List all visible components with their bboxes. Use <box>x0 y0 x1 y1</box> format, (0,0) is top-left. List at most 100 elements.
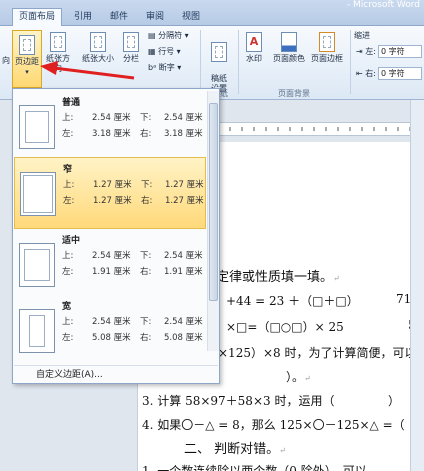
indent-right-text: 右: <box>365 69 376 78</box>
watermark-label: 水印 <box>246 54 262 63</box>
vertical-scrollbar[interactable] <box>410 100 424 471</box>
watermark-button[interactable]: A 水印 <box>242 32 266 64</box>
page-border-button[interactable]: 页面边框 <box>308 32 346 64</box>
doc-line: 3. 计算 58×97＋58×3 时，运用（ <box>142 394 335 408</box>
watermark-icon: A <box>246 32 262 52</box>
indent-left-input[interactable]: 0 字符 <box>378 45 422 58</box>
option-name: 宽 <box>62 302 72 312</box>
margins-dropdown: 普通 上: 2.54 厘米 下: 2.54 厘米 左: 3.18 厘米 右: 3… <box>12 88 220 384</box>
value-right: 3.18 厘米 <box>164 129 203 139</box>
line-numbers-label: 行号 <box>158 47 175 56</box>
ribbon-tab-bar: 页面布局 引用 邮件 审阅 视图 - Microsoft Word <box>0 0 424 27</box>
label-right: 右: <box>140 267 152 277</box>
group-separator <box>238 30 239 94</box>
value-top: 1.27 厘米 <box>93 180 132 190</box>
page-color-button[interactable]: 页面颜色 <box>270 32 308 64</box>
page-preview-icon <box>19 105 55 149</box>
doc-line: ）。↵ <box>286 370 311 384</box>
label-bottom: 下: <box>141 180 153 190</box>
doc-line: 1. 一个数连续除以两个数（0 除外），可以 <box>142 464 367 471</box>
text-direction-label: 向 <box>2 56 10 65</box>
value-bottom: 2.54 厘米 <box>164 317 203 327</box>
margin-option-normal[interactable]: 普通 上: 2.54 厘米 下: 2.54 厘米 左: 3.18 厘米 右: 3… <box>14 91 206 163</box>
breaks-button[interactable]: ▤ 分隔符 ▾ <box>148 30 189 41</box>
value-top: 2.54 厘米 <box>92 251 131 261</box>
page-border-icon <box>319 32 335 52</box>
indent-right-input[interactable]: 0 字符 <box>378 67 422 80</box>
paper-group-label: 纸 <box>220 89 228 98</box>
label-top: 上: <box>62 113 74 123</box>
draft-settings-button[interactable]: 稿纸 设置 <box>205 32 233 94</box>
doc-line: ×125）×8 时，为了计算简便，可以 <box>218 346 417 360</box>
label-left: 左: <box>63 196 75 206</box>
value-left: 1.91 厘米 <box>92 267 131 277</box>
dropdown-scroll-thumb[interactable] <box>209 103 218 301</box>
doc-line: ×□=（□○□）× 25 <box>226 320 344 334</box>
label-right: 右: <box>141 196 153 206</box>
indent-left-label: ⇥ 左: <box>356 47 376 56</box>
option-name: 普通 <box>62 98 81 108</box>
page-preview-icon <box>19 243 55 287</box>
label-top: 上: <box>63 180 75 190</box>
orientation-icon <box>50 32 66 52</box>
margin-option-wide[interactable]: 宽 上: 2.54 厘米 下: 2.54 厘米 左: 5.08 厘米 右: 5.… <box>14 295 206 367</box>
doc-section-heading: 二、 判断对错。↵ <box>184 442 286 457</box>
group-separator <box>200 30 201 94</box>
tab-view[interactable]: 视图 <box>176 9 206 26</box>
value-bottom: 2.54 厘米 <box>164 113 203 123</box>
hyphenation-label: 断字 <box>158 63 175 72</box>
line-numbers-button[interactable]: ▦ 行号 ▾ <box>148 46 181 57</box>
indent-right-label: ⇤ 右: <box>356 69 376 78</box>
indent-group-label: 缩进 <box>354 31 370 40</box>
breaks-label: 分隔符 <box>158 31 183 40</box>
option-name: 适中 <box>62 236 81 246</box>
tab-page-layout[interactable]: 页面布局 <box>12 8 62 27</box>
paper-size-icon <box>90 32 106 52</box>
label-right: 右: <box>140 333 152 343</box>
horizontal-ruler[interactable] <box>220 122 424 136</box>
value-top: 2.54 厘米 <box>92 317 131 327</box>
label-top: 上: <box>62 317 74 327</box>
page-preview-icon <box>19 309 55 353</box>
dropdown-scrollbar[interactable] <box>207 91 219 351</box>
margin-option-narrow[interactable]: 窄 上: 1.27 厘米 下: 1.27 厘米 左: 1.27 厘米 右: 1.… <box>14 157 206 229</box>
value-right: 5.08 厘米 <box>164 333 203 343</box>
indent-left-text: 左: <box>365 47 376 56</box>
page-color-label: 页面颜色 <box>273 54 305 63</box>
ruler-ticks <box>229 127 411 131</box>
doc-line: 定律或性质填一填。↵ <box>216 270 340 285</box>
label-left: 左: <box>62 129 74 139</box>
doc-line: 4. 如果〇－△ = 8，那么 125×〇－125×△ =（ <box>142 418 405 432</box>
margins-icon <box>19 35 35 55</box>
tab-mailings[interactable]: 邮件 <box>104 9 134 26</box>
label-bottom: 下: <box>140 251 152 261</box>
paint-bucket-icon <box>281 32 297 52</box>
margin-option-moderate[interactable]: 适中 上: 2.54 厘米 下: 2.54 厘米 左: 1.91 厘米 右: 1… <box>14 229 206 301</box>
label-top: 上: <box>62 251 74 261</box>
value-left: 5.08 厘米 <box>92 333 131 343</box>
label-left: 左: <box>62 267 74 277</box>
doc-line: ） <box>388 394 401 408</box>
option-name: 窄 <box>63 165 73 175</box>
page-border-label: 页面边框 <box>311 54 343 63</box>
label-right: 右: <box>140 129 152 139</box>
value-bottom: 2.54 厘米 <box>164 251 203 261</box>
text-direction-button[interactable]: 向 <box>0 56 12 66</box>
page-background-group-label: 页面背景 <box>278 89 310 98</box>
tab-references[interactable]: 引用 <box>68 9 98 26</box>
value-right: 1.27 厘米 <box>165 196 204 206</box>
value-left: 1.27 厘米 <box>93 196 132 206</box>
label-bottom: 下: <box>140 113 152 123</box>
custom-margins-item[interactable]: 自定义边距(A)... <box>14 365 218 383</box>
hyphenation-button[interactable]: bᵃ 断字 ▾ <box>148 62 181 73</box>
value-top: 2.54 厘米 <box>92 113 131 123</box>
value-right: 1.91 厘米 <box>164 267 203 277</box>
doc-line: +44 = 23 ＋（□＋□） <box>226 294 359 308</box>
tab-review[interactable]: 审阅 <box>140 9 170 26</box>
value-bottom: 1.27 厘米 <box>165 180 204 190</box>
group-separator <box>350 30 351 94</box>
draft-settings-icon <box>211 42 227 62</box>
columns-icon <box>123 32 139 52</box>
label-left: 左: <box>62 333 74 343</box>
page-preview-icon <box>20 172 56 216</box>
